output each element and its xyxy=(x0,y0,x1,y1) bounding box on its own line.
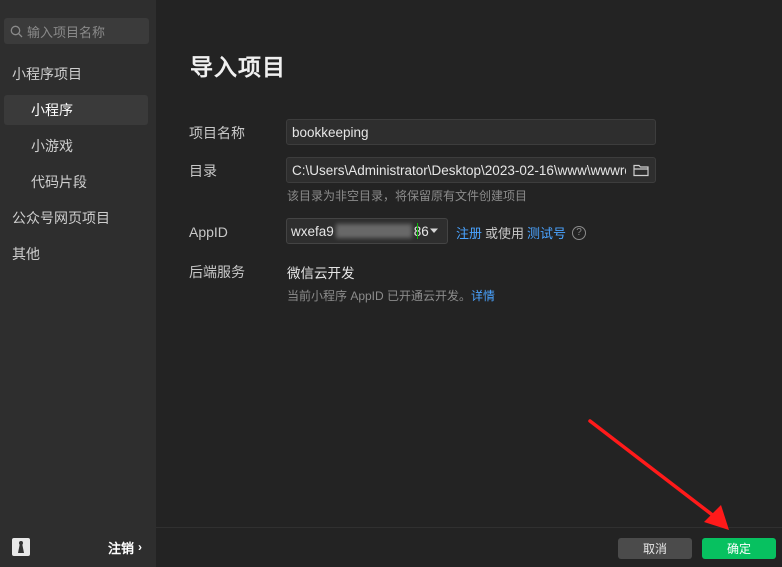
appid-label: AppID xyxy=(189,224,228,240)
appid-links: 注册 或使用 测试号 ? xyxy=(456,223,587,242)
appid-prefix: wxefa9 xyxy=(291,223,334,239)
sidebar-item-label: 小游戏 xyxy=(31,138,73,154)
user-avatar-icon xyxy=(18,541,24,553)
cancel-button[interactable]: 取消 xyxy=(618,538,692,559)
sidebar: 输入项目名称 小程序项目 小程序 小游戏 代码片段 公众号网页项目 其他 注销 … xyxy=(0,0,156,567)
sidebar-item-label: 公众号网页项目 xyxy=(12,210,110,226)
appid-select[interactable]: wxefa9 86 xyxy=(286,218,448,244)
sidebar-item-label: 小程序 xyxy=(31,102,73,118)
or-use-text: 或使用 xyxy=(485,226,525,241)
directory-field[interactable]: C:\Users\Administrator\Desktop\2023-02-1… xyxy=(286,157,656,183)
directory-hint: 该目录为非空目录，将保留原有文件创建项目 xyxy=(287,189,528,203)
backend-hint-text: 当前小程序 AppID 已开通云开发。 xyxy=(287,289,472,303)
backend-label: 后端服务 xyxy=(189,264,245,280)
search-input[interactable]: 输入项目名称 xyxy=(4,18,149,44)
project-name-value: bookkeeping xyxy=(292,124,369,140)
directory-label: 目录 xyxy=(189,163,217,179)
main-panel: 导入项目 项目名称 bookkeeping 目录 C:\Users\Admini… xyxy=(156,0,782,527)
sidebar-item-official-account-web[interactable]: 公众号网页项目 xyxy=(4,203,148,233)
sidebar-item-minigame[interactable]: 小游戏 xyxy=(4,131,148,161)
confirm-label: 确定 xyxy=(726,542,751,556)
register-link[interactable]: 注册 xyxy=(456,223,482,242)
dialog-footer: 取消 确定 xyxy=(156,527,782,567)
logout-button[interactable]: 注销 › xyxy=(108,538,142,557)
sidebar-item-miniprogram-project[interactable]: 小程序项目 xyxy=(4,59,148,89)
chevron-down-icon[interactable] xyxy=(429,228,439,234)
avatar[interactable] xyxy=(12,538,30,556)
page-title: 导入项目 xyxy=(190,54,286,80)
appid-redaction xyxy=(335,224,412,238)
sidebar-item-code-snippet[interactable]: 代码片段 xyxy=(4,167,148,197)
details-link[interactable]: 详情 xyxy=(471,289,495,303)
sidebar-item-other[interactable]: 其他 xyxy=(4,239,148,269)
confirm-button[interactable]: 确定 xyxy=(702,538,776,559)
project-name-field[interactable]: bookkeeping xyxy=(286,119,656,145)
sidebar-item-label: 代码片段 xyxy=(31,174,87,190)
search-placeholder: 输入项目名称 xyxy=(27,24,106,40)
folder-icon[interactable] xyxy=(633,163,649,177)
chevron-right-icon: › xyxy=(138,540,142,554)
backend-value: 微信云开发 xyxy=(287,266,355,281)
test-account-link[interactable]: 测试号 xyxy=(527,223,566,242)
sidebar-item-miniprogram[interactable]: 小程序 xyxy=(4,95,148,125)
directory-value: C:\Users\Administrator\Desktop\2023-02-1… xyxy=(292,162,626,178)
cancel-label: 取消 xyxy=(642,542,667,556)
help-icon[interactable]: ? xyxy=(572,225,587,240)
sidebar-item-label: 其他 xyxy=(12,246,40,262)
project-name-label: 项目名称 xyxy=(189,125,245,141)
sidebar-footer: 注销 › xyxy=(0,527,156,567)
sidebar-item-label: 小程序项目 xyxy=(12,66,82,82)
backend-hint: 当前小程序 AppID 已开通云开发。详情 xyxy=(287,287,495,304)
text-cursor xyxy=(417,223,418,239)
search-icon xyxy=(10,25,23,37)
logout-label: 注销 xyxy=(107,540,134,556)
